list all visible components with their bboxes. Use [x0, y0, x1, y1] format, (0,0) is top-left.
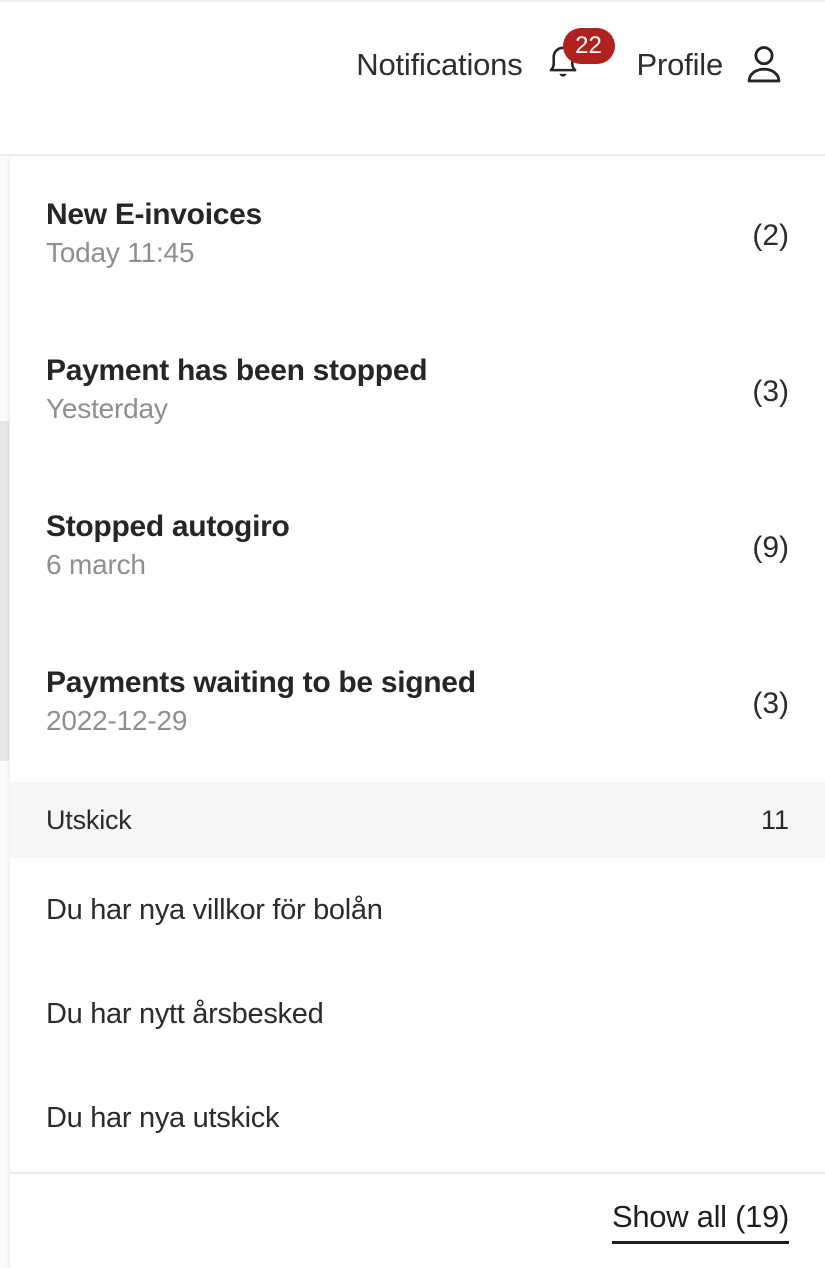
notification-text: Payments waiting to be signed 2022-12-29 — [46, 666, 476, 743]
notifications-button[interactable]: Notifications 22 — [356, 28, 615, 88]
notification-title: Stopped autogiro — [46, 509, 290, 543]
page-scrollbar-track[interactable] — [0, 156, 10, 1268]
notification-text: Payment has been stopped Yesterday — [46, 353, 428, 431]
notification-time: Yesterday — [46, 393, 168, 425]
list-item-label: Du har nya utskick — [46, 1101, 280, 1134]
notification-time: 2022-12-29 — [46, 705, 188, 737]
notifications-dropdown-panel: New E-invoices Today 11:45 (2) Payment h… — [10, 158, 825, 1268]
bell-icon-wrapper[interactable]: 22 — [541, 28, 615, 88]
header-actions: Notifications 22 Profile — [356, 28, 785, 88]
notification-text: Stopped autogiro 6 march — [46, 510, 290, 587]
profile-icon-wrapper[interactable] — [743, 42, 785, 86]
notification-time: 6 march — [46, 549, 146, 581]
panel-footer: Show all (19) — [10, 1172, 825, 1268]
app-header: Notifications 22 Profile — [0, 2, 825, 156]
notification-count: (2) — [752, 219, 789, 252]
list-item-label: Du har nya villkor för bolån — [46, 893, 383, 926]
page-scrollbar-thumb[interactable] — [0, 421, 9, 761]
notification-count: (9) — [752, 531, 789, 564]
notification-title: Payments waiting to be signed — [46, 665, 476, 699]
section-label: Utskick — [46, 804, 132, 835]
notification-row[interactable]: Payment has been stopped Yesterday (3) — [10, 314, 825, 470]
notification-text: New E-invoices Today 11:45 — [46, 198, 262, 275]
list-item[interactable]: Du har nytt årsbesked — [10, 962, 825, 1066]
profile-label: Profile — [636, 46, 724, 82]
show-all-link[interactable]: Show all (19) — [611, 1199, 789, 1244]
notification-count: (3) — [752, 375, 789, 408]
profile-button[interactable]: Profile — [637, 42, 785, 86]
person-icon — [747, 46, 781, 83]
notifications-list: New E-invoices Today 11:45 (2) Payment h… — [10, 158, 825, 1170]
notifications-label: Notifications — [356, 46, 523, 82]
notification-title: New E-invoices — [46, 197, 262, 231]
notification-count: (3) — [752, 687, 789, 720]
section-count: 11 — [760, 804, 789, 835]
section-header-utskick[interactable]: Utskick 11 — [10, 782, 825, 858]
screen: Notifications 22 Profile New E-invoices … — [0, 0, 825, 1268]
notification-row[interactable]: New E-invoices Today 11:45 (2) — [10, 158, 825, 314]
notification-time: Today 11:45 — [46, 237, 195, 269]
notification-title: Payment has been stopped — [46, 353, 428, 387]
notification-badge: 22 — [562, 28, 615, 64]
list-item-label: Du har nytt årsbesked — [46, 997, 324, 1030]
notification-row[interactable]: Stopped autogiro 6 march (9) — [10, 470, 825, 626]
list-item[interactable]: Du har nya villkor för bolån — [10, 858, 825, 962]
list-item[interactable]: Du har nya utskick — [10, 1066, 825, 1170]
notification-row[interactable]: Payments waiting to be signed 2022-12-29… — [10, 626, 825, 782]
